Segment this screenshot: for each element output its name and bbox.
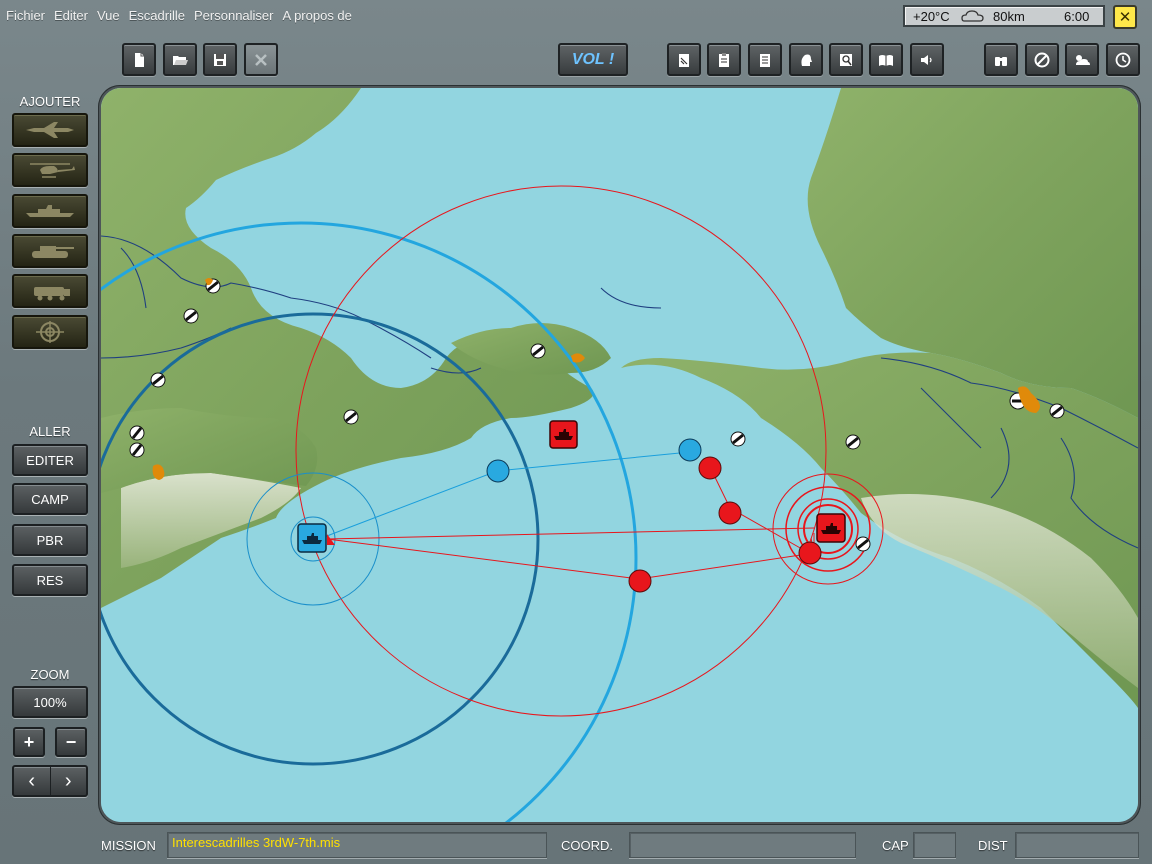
time-readout: 6:00 <box>1064 8 1090 24</box>
editer-button[interactable]: EDITER <box>12 444 88 476</box>
red-ship-unit[interactable] <box>549 420 578 449</box>
open-file-button[interactable] <box>163 43 197 76</box>
mission-map[interactable] <box>101 88 1138 822</box>
pilot-head-icon <box>801 54 812 66</box>
mission-name-field: Interescadrilles 3rdW-7th.mis <box>167 832 547 858</box>
menu-personnaliser[interactable]: Personnaliser <box>191 8 277 23</box>
coord-field <box>629 832 856 858</box>
zoom-label: ZOOM <box>30 667 70 682</box>
new-file-icon <box>135 52 144 67</box>
cloud-icon <box>961 9 985 26</box>
temperature-readout: +20°C <box>913 8 950 24</box>
pbr-button[interactable]: PBR <box>12 524 88 556</box>
weather-status-box[interactable]: +20°C 80km 6:00 <box>903 5 1105 27</box>
book-icon <box>879 54 893 66</box>
pilot-button[interactable] <box>789 43 823 76</box>
magnify-doc-icon <box>840 53 852 66</box>
open-folder-icon <box>173 55 188 65</box>
inspect-button[interactable] <box>829 43 863 76</box>
add-vehicle-button[interactable] <box>12 274 88 308</box>
next-button[interactable]: › <box>49 767 87 795</box>
red-waypoint[interactable] <box>798 541 822 565</box>
add-tank-button[interactable] <box>12 234 88 268</box>
binoculars-button[interactable] <box>984 43 1018 76</box>
add-target-button[interactable] <box>12 315 88 349</box>
map-frame <box>98 85 1141 825</box>
manual-button[interactable] <box>869 43 903 76</box>
mission-clipboard-icon <box>679 53 689 67</box>
new-file-button[interactable] <box>122 43 156 76</box>
zoom-in-button[interactable]: + <box>13 727 45 757</box>
add-plane-button[interactable] <box>12 113 88 147</box>
res-button[interactable]: RES <box>12 564 88 596</box>
add-helicopter-button[interactable] <box>12 153 88 187</box>
red-waypoint[interactable] <box>718 501 742 525</box>
blue-waypoint[interactable] <box>678 438 702 462</box>
red-waypoint[interactable] <box>628 569 652 593</box>
menu-fichier[interactable]: Fichier <box>3 8 48 23</box>
weather-icon <box>1076 54 1090 65</box>
zoom-level-button[interactable]: 100% <box>12 686 88 718</box>
ajouter-label: AJOUTER <box>19 94 81 109</box>
menu-escadrille[interactable]: Escadrille <box>126 8 188 23</box>
save-disk-icon <box>214 53 226 66</box>
jet-fighter-icon <box>26 122 74 138</box>
binoculars-icon <box>995 56 1007 66</box>
red-ship-unit[interactable] <box>816 513 846 543</box>
sound-button[interactable] <box>910 43 944 76</box>
previous-button[interactable]: ‹ <box>14 767 50 795</box>
aller-label: ALLER <box>29 424 71 439</box>
helicopter-icon <box>30 163 75 178</box>
warship-icon <box>26 205 74 217</box>
menu-vue[interactable]: Vue <box>94 8 123 23</box>
add-ship-button[interactable] <box>12 194 88 228</box>
crosshair-target-icon <box>36 321 64 343</box>
cap-label: CAP <box>882 838 909 853</box>
checklist-icon <box>760 53 770 67</box>
mission-label: MISSION <box>101 838 156 853</box>
red-waypoint[interactable] <box>698 456 722 480</box>
map-canvas[interactable] <box>101 88 1138 822</box>
clock-button[interactable] <box>1106 43 1140 76</box>
tank-icon <box>32 246 74 258</box>
speaker-icon <box>921 54 932 65</box>
zoom-out-button[interactable]: − <box>55 727 87 757</box>
checklist-button[interactable] <box>748 43 782 76</box>
weather-button[interactable] <box>1065 43 1099 76</box>
no-entry-icon <box>1034 52 1050 67</box>
close-file-button[interactable] <box>244 43 278 76</box>
mission-brief-button[interactable] <box>667 43 701 76</box>
no-entry-button[interactable] <box>1025 43 1059 76</box>
dist-label: DIST <box>978 838 1008 853</box>
close-button[interactable]: ✕ <box>1113 5 1137 29</box>
coord-label: COORD. <box>561 838 613 853</box>
menu-a-propos[interactable]: A propos de <box>280 8 355 23</box>
blue-waypoint[interactable] <box>486 459 510 483</box>
camp-button[interactable]: CAMP <box>12 483 88 515</box>
clipboard-icon <box>719 52 729 67</box>
clipboard-button[interactable] <box>707 43 741 76</box>
nav-buttons: ‹ › <box>12 765 88 797</box>
visibility-readout: 80km <box>993 8 1025 24</box>
close-x-icon <box>255 53 267 66</box>
fly-button[interactable]: VOL ! <box>558 43 628 76</box>
clock-icon <box>1115 52 1131 67</box>
truck-icon <box>34 287 70 301</box>
save-button[interactable] <box>203 43 237 76</box>
dist-field <box>1015 832 1139 858</box>
menu-editer[interactable]: Editer <box>51 8 91 23</box>
cap-field <box>913 832 956 858</box>
